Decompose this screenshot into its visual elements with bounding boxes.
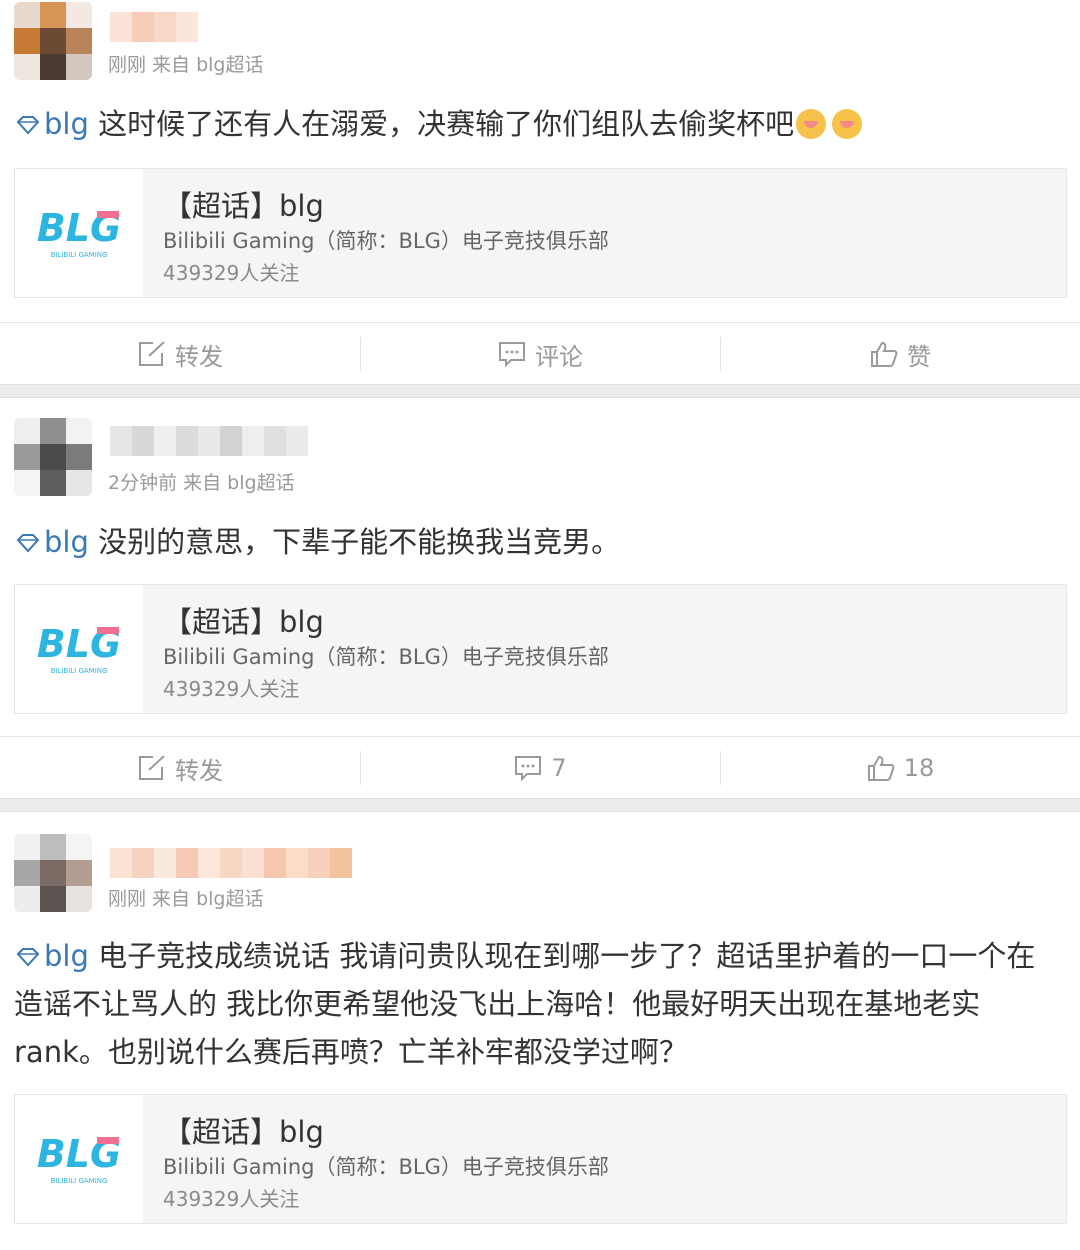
action-bar: 转发 7 18 (0, 736, 1080, 799)
card-follow-count: 439329人关注 (163, 677, 300, 701)
avatar[interactable] (14, 834, 92, 912)
tag-diamond-icon (16, 534, 40, 553)
card-title: 【超话】blg (163, 189, 324, 223)
blg-logo: BLG BILIBILI GAMING (15, 169, 143, 297)
post-text: 没别的意思，下辈子能不能换我当竞男。 (88, 525, 621, 559)
weibo-post-1: 刚刚 来自 blg超话 blg 这时候了还有人在溺爱，决赛输了你们组队去偷奖杯吧… (0, 0, 1080, 384)
comment-label: 评论 (535, 342, 583, 371)
blg-logo: BLG BILIBILI GAMING (15, 1095, 143, 1223)
emoji-icon (832, 109, 863, 139)
action-bar: 转发 评论 赞 (0, 322, 1080, 385)
comment-count: 7 (551, 754, 567, 782)
username-blurred[interactable] (110, 848, 352, 878)
post-meta: 刚刚 来自 blg超话 (108, 888, 264, 910)
topic-tag-label: blg (44, 525, 89, 559)
comment-icon (499, 342, 525, 368)
comment-button[interactable]: 7 (360, 737, 720, 799)
post-text: 电子竞技成绩说话 我请问贵队现在到哪一步了？超话里护着的一口一个在造谣不让骂人的… (14, 939, 1036, 1069)
like-label: 赞 (907, 342, 931, 371)
like-icon (871, 341, 898, 367)
post-content: blg 电子竞技成绩说话 我请问贵队现在到哪一步了？超话里护着的一口一个在造谣不… (14, 932, 1060, 1076)
card-follow-count: 439329人关注 (163, 261, 300, 285)
card-description: Bilibili Gaming（简称：BLG）电子竞技俱乐部 (163, 645, 609, 669)
topic-tag[interactable]: blg (14, 107, 89, 141)
like-button[interactable]: 18 (720, 737, 1080, 799)
supertopic-card[interactable]: BLG BILIBILI GAMING 【超话】blg Bilibili Gam… (14, 168, 1067, 298)
post-divider (0, 384, 1080, 398)
post-content: blg 这时候了还有人在溺爱，决赛输了你们组队去偷奖杯吧 (14, 100, 1060, 148)
supertopic-card[interactable]: BLG BILIBILI GAMING 【超话】blg Bilibili Gam… (14, 584, 1067, 714)
card-description: Bilibili Gaming（简称：BLG）电子竞技俱乐部 (163, 1155, 609, 1179)
repost-label: 转发 (175, 756, 223, 785)
username-blurred[interactable] (110, 426, 308, 456)
topic-tag-label: blg (44, 107, 89, 141)
weibo-post-3: 刚刚 来自 blg超话 blg 电子竞技成绩说话 我请问贵队现在到哪一步了？超话… (0, 812, 1080, 1246)
post-text: 这时候了还有人在溺爱，决赛输了你们组队去偷奖杯吧 (88, 107, 795, 141)
logo-subtext: BILIBILI GAMING (51, 667, 108, 675)
repost-button[interactable]: 转发 (0, 323, 360, 385)
repost-icon (139, 755, 165, 780)
card-title: 【超话】blg (163, 605, 324, 639)
repost-icon (139, 341, 165, 366)
repost-label: 转发 (175, 342, 223, 371)
like-button[interactable]: 赞 (720, 323, 1080, 385)
post-divider (0, 798, 1080, 812)
post-content: blg 没别的意思，下辈子能不能换我当竞男。 (14, 518, 1060, 566)
supertopic-card[interactable]: BLG BILIBILI GAMING 【超话】blg Bilibili Gam… (14, 1094, 1067, 1224)
tag-diamond-icon (16, 116, 40, 135)
card-description: Bilibili Gaming（简称：BLG）电子竞技俱乐部 (163, 229, 609, 253)
logo-subtext: BILIBILI GAMING (51, 1177, 108, 1185)
like-icon (867, 755, 895, 781)
topic-tag[interactable]: blg (14, 525, 89, 559)
comment-icon (515, 756, 542, 782)
topic-tag-label: blg (44, 939, 89, 973)
weibo-post-2: 2分钟前 来自 blg超话 blg 没别的意思，下辈子能不能换我当竞男。 BLG… (0, 398, 1080, 798)
tag-diamond-icon (16, 948, 40, 967)
username-blurred[interactable] (110, 12, 198, 42)
logo-subtext: BILIBILI GAMING (51, 251, 108, 259)
post-meta: 刚刚 来自 blg超话 (108, 54, 264, 76)
blg-logo: BLG BILIBILI GAMING (15, 585, 143, 713)
like-count: 18 (903, 754, 935, 782)
repost-button[interactable]: 转发 (0, 737, 360, 799)
emoji-icon (796, 109, 827, 139)
post-meta: 2分钟前 来自 blg超话 (108, 472, 295, 494)
avatar[interactable] (14, 2, 92, 80)
comment-button[interactable]: 评论 (360, 323, 720, 385)
card-title: 【超话】blg (163, 1115, 324, 1149)
topic-tag[interactable]: blg (14, 939, 89, 973)
avatar[interactable] (14, 418, 92, 496)
card-follow-count: 439329人关注 (163, 1187, 300, 1211)
